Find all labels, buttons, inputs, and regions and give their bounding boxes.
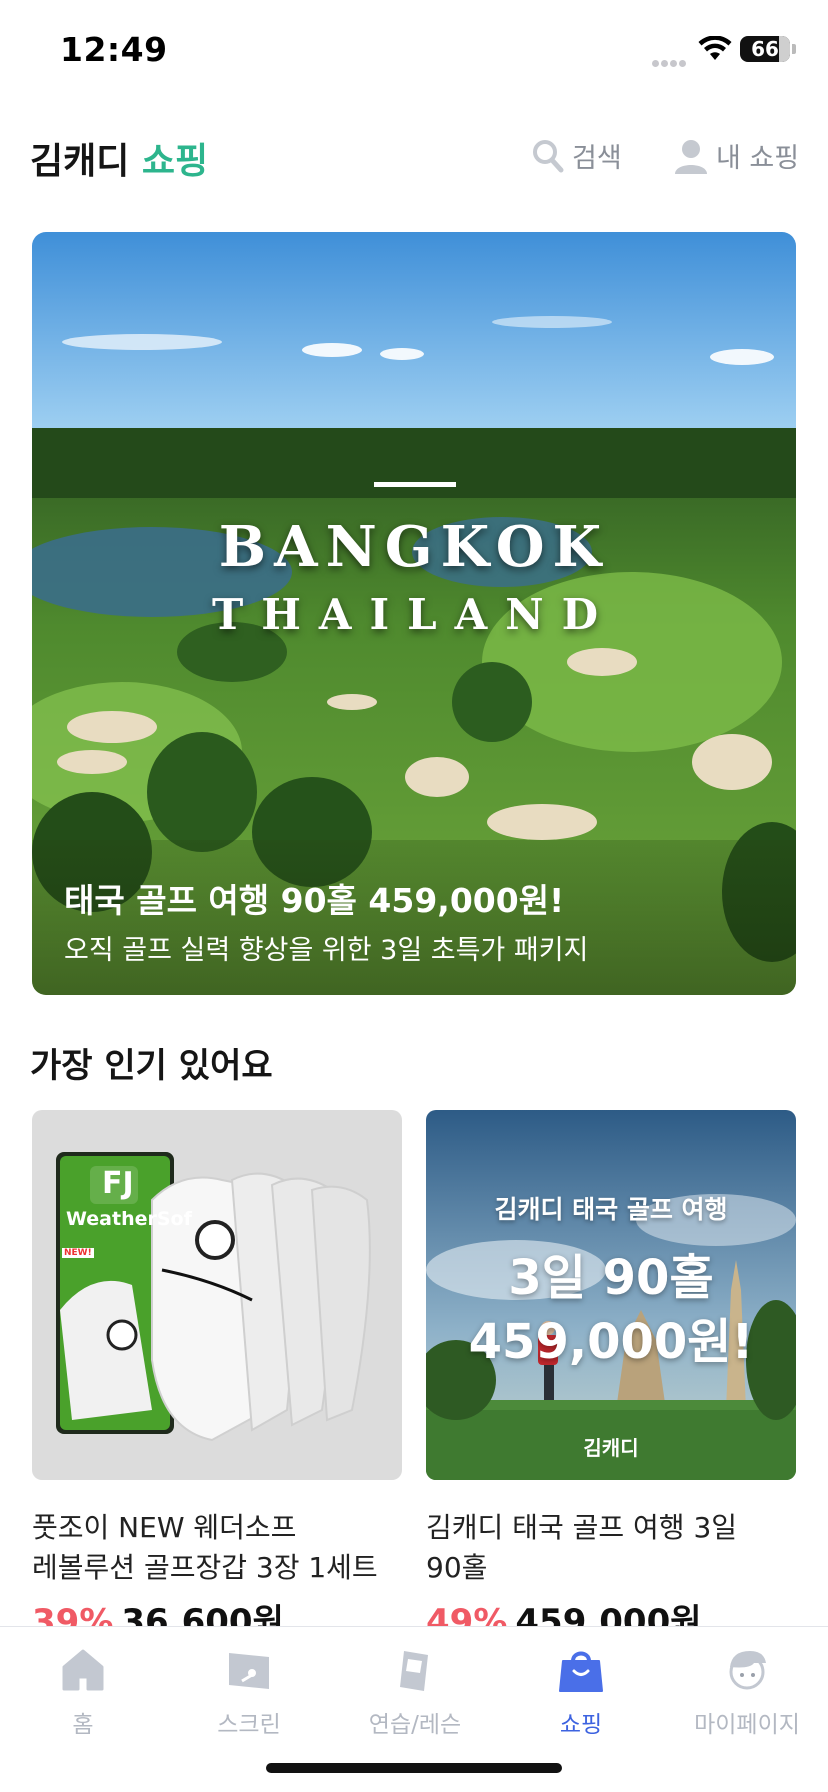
search-icon <box>533 139 564 172</box>
product-image-badge: NEW! <box>62 1248 94 1258</box>
product-name-line: 레볼루션 골프장갑 3장 1세트 <box>32 1551 378 1584</box>
home-icon <box>62 1649 104 1691</box>
tab-practice[interactable]: 연습/레슨 <box>332 1645 498 1755</box>
my-shopping-label: 내 쇼핑 <box>716 143 800 174</box>
product-name-line: 풋조이 NEW 웨더소프 <box>32 1511 297 1544</box>
product-image-text: WeatherSof <box>66 1208 192 1230</box>
product-name: 풋조이 NEW 웨더소프 레볼루션 골프장갑 3장 1세트 <box>32 1508 402 1588</box>
product-image-brand: FJ <box>102 1166 134 1201</box>
status-time: 12:49 <box>60 30 168 69</box>
product-name-line: 90홀 <box>426 1551 488 1584</box>
product-name: 김캐디 태국 골프 여행 3일 90홀 <box>426 1508 796 1588</box>
cellular-signal-icon <box>652 52 690 67</box>
my-shopping-button[interactable]: 내 쇼핑 <box>674 136 799 175</box>
hero-caption: 태국 골프 여행 90홀 459,000원! 오직 골프 실력 향상을 위한 3… <box>32 840 796 995</box>
brand-accent: 쇼핑 <box>141 141 209 182</box>
product-image-glove: FJ WeatherSof NEW! <box>32 1110 402 1480</box>
tab-mypage[interactable]: 마이페이지 <box>664 1645 828 1755</box>
search-button[interactable]: 검색 <box>532 136 622 175</box>
app-header: 김캐디 쇼핑 검색 내 쇼핑 <box>0 110 828 196</box>
promo-image-line2: 3일 90홀 <box>508 1250 714 1306</box>
promo-image-logo: 김캐디 <box>583 1436 639 1460</box>
screen-golf-icon <box>229 1653 269 1689</box>
product-name-line: 김캐디 태국 골프 여행 3일 <box>426 1511 738 1544</box>
tab-shopping[interactable]: 쇼핑 <box>498 1645 664 1755</box>
product-card[interactable]: FJ WeatherSof NEW! 풋조이 NEW 웨더소프 레볼루션 골프장… <box>32 1110 402 1643</box>
promo-image-line3: 459,000원! <box>468 1314 754 1370</box>
hero-banner[interactable]: BANGKOK THAILAND 태국 골프 여행 90홀 459,000원! … <box>32 232 796 995</box>
profile-icon <box>729 1651 766 1690</box>
battery-level-text: 66 <box>751 37 779 61</box>
brand-main: 김캐디 <box>30 141 130 182</box>
search-label: 검색 <box>572 143 622 174</box>
hero-title-rule <box>374 482 456 487</box>
tab-screen-label: 스크린 <box>217 1712 281 1738</box>
tab-home-label: 홈 <box>72 1712 94 1738</box>
tab-screen[interactable]: 스크린 <box>166 1645 332 1755</box>
tab-home[interactable]: 홈 <box>0 1645 166 1755</box>
hero-image-title: BANGKOK <box>218 514 610 580</box>
hero-image-subtitle: THAILAND <box>211 590 617 639</box>
home-indicator[interactable] <box>266 1763 562 1773</box>
promo-image-line1: 김캐디 태국 골프 여행 <box>494 1195 728 1224</box>
brand-title[interactable]: 김캐디 쇼핑 <box>30 132 208 184</box>
wifi-icon <box>698 36 732 60</box>
hero-headline: 태국 골프 여행 90홀 459,000원! <box>64 881 565 920</box>
tab-practice-label: 연습/레슨 <box>368 1712 462 1738</box>
section-title-popular: 가장 인기 있어요 <box>30 1046 273 1086</box>
battery-icon: 66 <box>740 36 790 62</box>
shopping-bag-icon <box>559 1651 603 1692</box>
hero-subtext: 오직 골프 실력 향상을 위한 3일 초특가 패키지 <box>64 935 589 966</box>
tab-shopping-label: 쇼핑 <box>559 1712 603 1738</box>
practice-icon <box>400 1651 428 1691</box>
tab-mypage-label: 마이페이지 <box>694 1712 800 1738</box>
user-icon <box>675 139 707 174</box>
product-image-thailand: 김캐디 태국 골프 여행 3일 90홀 459,000원! 김캐디 <box>426 1110 796 1480</box>
battery-cap <box>792 44 796 54</box>
product-card[interactable]: 김캐디 태국 골프 여행 3일 90홀 459,000원! 김캐디 김캐디 태국… <box>426 1110 796 1643</box>
status-bar: 12:49 66 <box>0 0 828 100</box>
